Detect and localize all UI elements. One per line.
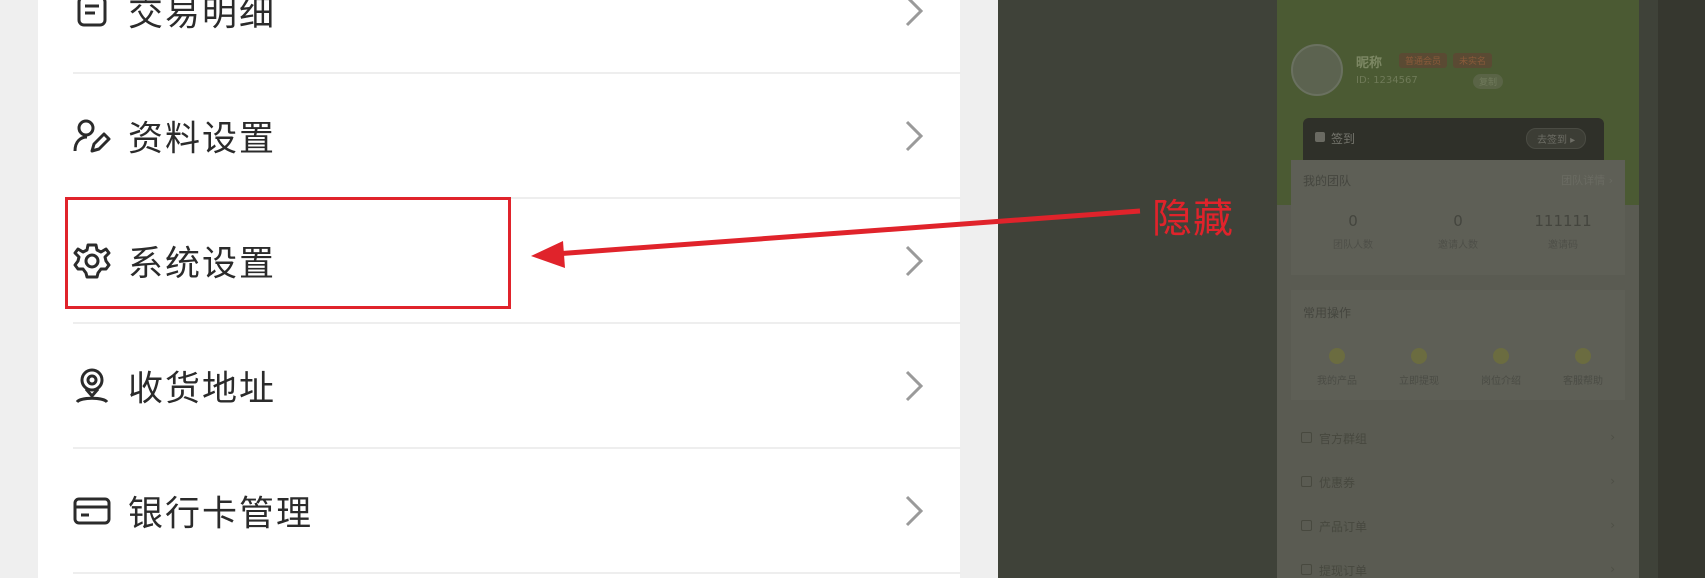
checkin-label: 签到: [1331, 132, 1356, 146]
checkin-button[interactable]: 去签到 ▸: [1526, 128, 1587, 149]
chevron-right-icon: [901, 243, 927, 279]
list-item-withdraw-orders[interactable]: 提现订单 ›: [1291, 550, 1625, 578]
stat-value: 0: [1348, 212, 1358, 230]
menu-item-profile-settings[interactable]: 资料设置: [38, 73, 960, 198]
right-screenshot-dimmed: 昵称 普通会员 未实名 ID: 1234567 复制 签到 去签到 ▸ 我的团队…: [998, 0, 1705, 578]
stat-value: 111111: [1534, 212, 1592, 230]
support-icon: [1575, 348, 1591, 364]
menu-item-label: 收货地址: [128, 369, 277, 409]
team-stat: 0 团队人数: [1303, 212, 1403, 251]
list-item-product-orders[interactable]: 产品订单 ›: [1291, 506, 1625, 550]
ops-title: 常用操作: [1303, 306, 1352, 320]
op-label: 我的产品: [1317, 376, 1357, 387]
list-label: 产品订单: [1319, 520, 1368, 534]
list-item-official-group[interactable]: 官方群组 ›: [1291, 418, 1625, 462]
menu-item-bank-cards[interactable]: 银行卡管理: [38, 448, 960, 573]
annotation-highlight-box: [65, 197, 511, 309]
user-edit-icon: [73, 117, 111, 155]
menu-item-label: 银行卡管理: [128, 494, 314, 534]
menu-item-shipping-address[interactable]: 收货地址: [38, 323, 960, 448]
op-item-withdraw[interactable]: 立即提现: [1379, 348, 1459, 387]
order-icon: [1301, 520, 1312, 531]
chevron-right-icon: ›: [1610, 518, 1615, 532]
team-stat: 111111 邀请码: [1513, 212, 1613, 251]
profile-name: 昵称: [1356, 56, 1383, 71]
chevron-right-icon: ›: [1610, 562, 1615, 576]
chevron-right-icon: [901, 118, 927, 154]
op-item-support[interactable]: 客服帮助: [1543, 348, 1623, 387]
team-title: 我的团队: [1303, 174, 1352, 188]
verify-badge: 未实名: [1453, 53, 1493, 68]
profile-id: ID: 1234567: [1356, 75, 1418, 86]
op-label: 岗位介绍: [1481, 376, 1521, 387]
op-label: 立即提现: [1399, 376, 1439, 387]
copy-id-button[interactable]: 复制: [1473, 74, 1504, 89]
profile-badges: 普通会员 未实名: [1399, 53, 1493, 68]
chat-icon: [1301, 432, 1312, 443]
team-card: 我的团队 团队详情 › 0 团队人数 0 邀请人数 111111 邀请码: [1291, 160, 1625, 275]
stat-value: 0: [1453, 212, 1463, 230]
op-item-products[interactable]: 我的产品: [1297, 348, 1377, 387]
order-icon: [1301, 564, 1312, 575]
menu-item-transactions[interactable]: 交易明细: [38, 0, 960, 73]
job-icon: [1493, 348, 1509, 364]
coupon-icon: [1301, 476, 1312, 487]
wallet-icon: [1411, 348, 1427, 364]
chevron-right-icon: ›: [1610, 430, 1615, 444]
list-label: 提现订单: [1319, 564, 1368, 578]
op-item-jobs[interactable]: 岗位介绍: [1461, 348, 1541, 387]
bank-card-icon: [73, 492, 111, 530]
team-details-link[interactable]: 团队详情 ›: [1561, 172, 1613, 188]
menu-item-label: 资料设置: [128, 119, 277, 159]
product-icon: [1329, 348, 1345, 364]
list-label: 优惠券: [1319, 476, 1356, 490]
stat-label: 邀请码: [1548, 240, 1578, 251]
common-operations-card: 常用操作 我的产品 立即提现 岗位介绍 客服帮助: [1291, 290, 1625, 400]
lock-icon: [1315, 132, 1325, 142]
checkin-bar: 签到 去签到 ▸: [1303, 118, 1604, 160]
stat-label: 团队人数: [1333, 240, 1373, 251]
chevron-right-icon: [901, 368, 927, 404]
divider: [73, 572, 961, 574]
menu-item-label: 交易明细: [128, 0, 277, 34]
avatar[interactable]: [1291, 44, 1343, 96]
chevron-right-icon: [901, 0, 927, 29]
annotation-label: 隐藏: [1152, 196, 1234, 242]
member-badge: 普通会员: [1399, 53, 1448, 68]
list-item-coupons[interactable]: 优惠券 ›: [1291, 462, 1625, 506]
location-person-icon: [73, 367, 111, 405]
profile-screen: 昵称 普通会员 未实名 ID: 1234567 复制 签到 去签到 ▸ 我的团队…: [1277, 0, 1639, 578]
background-strip: [1658, 0, 1705, 578]
chevron-right-icon: ›: [1610, 474, 1615, 488]
document-icon: [73, 0, 111, 30]
op-label: 客服帮助: [1563, 376, 1603, 387]
chevron-right-icon: [901, 493, 927, 529]
team-stat: 0 邀请人数: [1408, 212, 1508, 251]
stat-label: 邀请人数: [1438, 240, 1478, 251]
list-label: 官方群组: [1319, 432, 1368, 446]
